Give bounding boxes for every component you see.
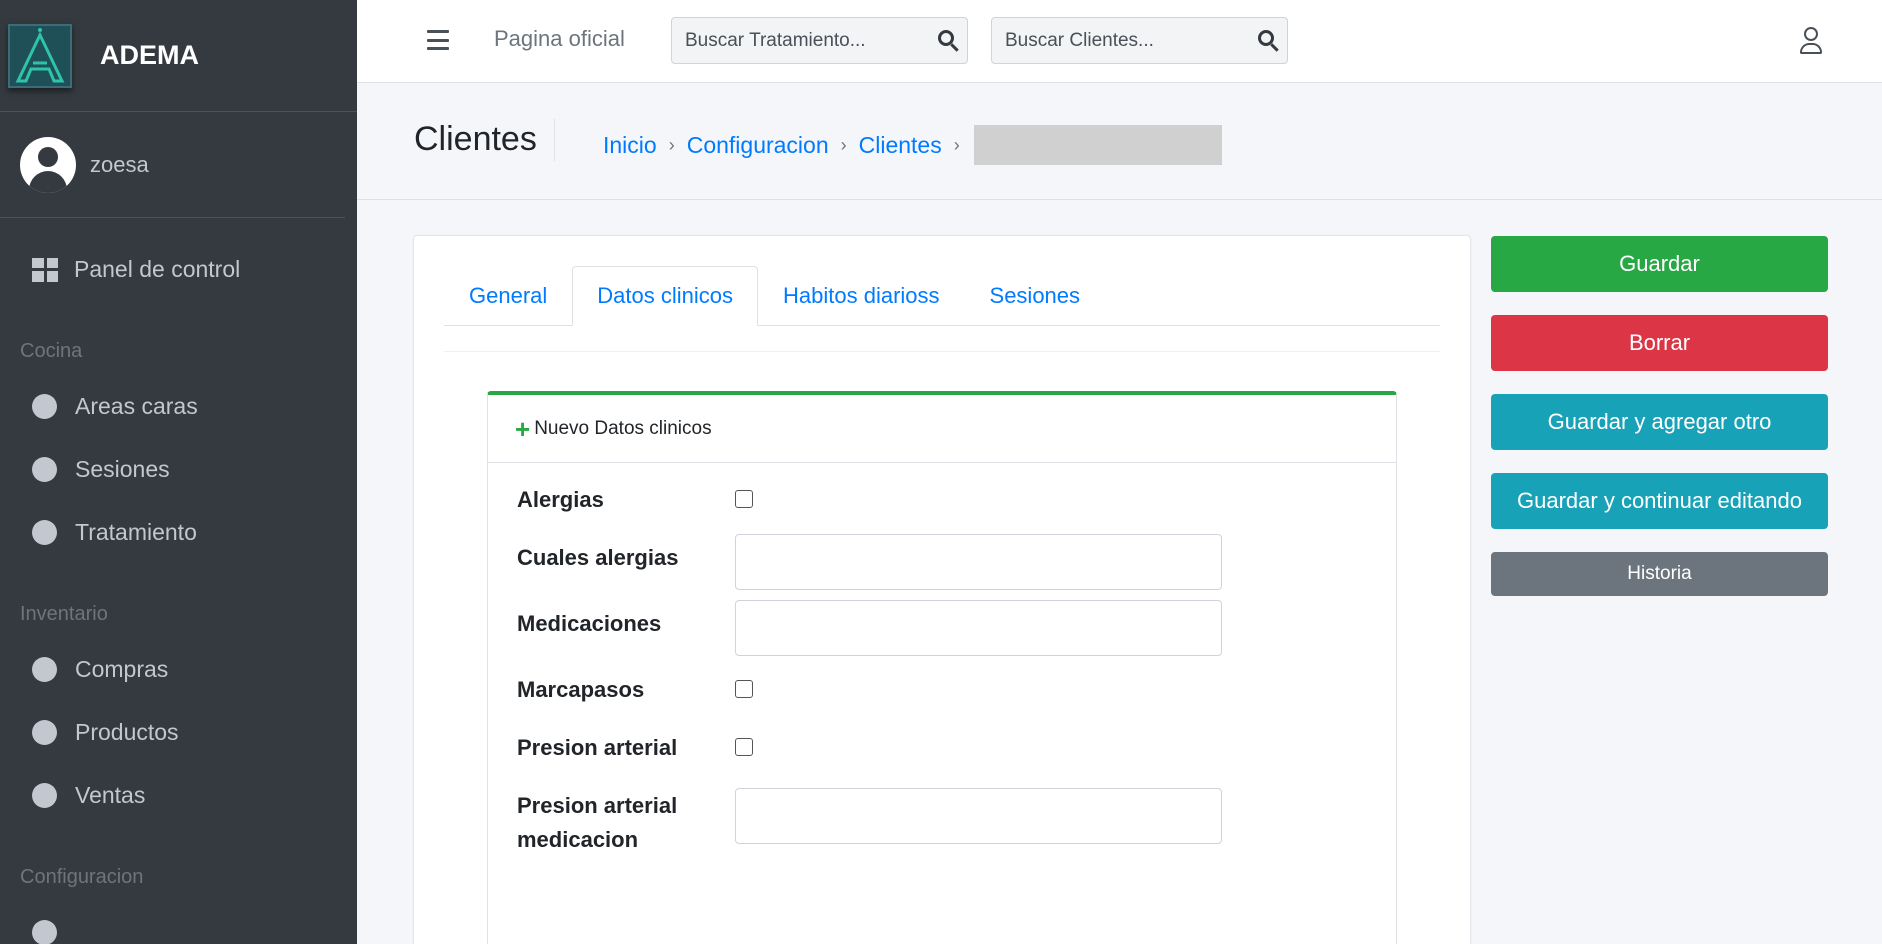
sidebar-item-compras[interactable]: Compras xyxy=(0,638,357,701)
breadcrumb-clientes[interactable]: Clientes xyxy=(859,132,942,159)
search-icon xyxy=(1257,29,1280,52)
sidebar-item-productos[interactable]: Productos xyxy=(0,701,357,764)
brand-link[interactable]: ADEMA xyxy=(0,0,357,112)
guardar-button[interactable]: Guardar xyxy=(1491,236,1828,292)
circle-icon xyxy=(32,457,57,482)
sidebar-header-inventario: Inventario xyxy=(20,602,108,625)
sidebar-header-configuracion: Configuracion xyxy=(20,865,144,888)
search-icon xyxy=(937,29,960,52)
breadcrumb-separator: › xyxy=(953,134,960,155)
nuevo-datos-clinicos-label: Nuevo Datos clinicos xyxy=(534,417,712,439)
top-navbar: Pagina oficial xyxy=(357,0,1882,83)
breadcrumb-inicio[interactable]: Inicio xyxy=(603,132,657,159)
tab-sesiones[interactable]: Sesiones xyxy=(965,266,1106,326)
breadcrumb-separator: › xyxy=(840,134,847,155)
field-alergias: Alergias xyxy=(517,483,753,517)
medicaciones-label: Medicaciones xyxy=(517,611,662,636)
alergias-label: Alergias xyxy=(517,487,604,512)
marcapasos-checkbox[interactable] xyxy=(735,680,753,698)
sidebar-item-partial[interactable] xyxy=(0,901,357,944)
presion-arterial-medicacion-input[interactable] xyxy=(735,788,1222,844)
search-clientes-button[interactable] xyxy=(1250,18,1287,63)
search-tratamiento-button[interactable] xyxy=(930,18,967,63)
user-avatar-icon xyxy=(20,136,76,193)
cuales-alergias-input[interactable] xyxy=(735,534,1222,590)
borrar-button[interactable]: Borrar xyxy=(1491,315,1828,371)
dashboard-grid-icon xyxy=(32,257,58,282)
field-presion-arterial-medicacion: Presion arterial medicacion xyxy=(517,788,1222,857)
hamburger-menu-icon[interactable] xyxy=(427,30,449,50)
breadcrumb-separator: › xyxy=(668,134,675,155)
sidebar-item-label: Ventas xyxy=(75,782,146,808)
content-header: Clientes Inicio › Configuracion › Client… xyxy=(357,83,1882,200)
sidebar-item-label: Compras xyxy=(75,656,169,682)
search-tratamiento-input[interactable] xyxy=(672,18,930,63)
circle-icon xyxy=(32,394,57,419)
marcapasos-label: Marcapasos xyxy=(517,677,645,702)
breadcrumb-configuracion[interactable]: Configuracion xyxy=(687,132,829,159)
sidebar-item-label: Panel de control xyxy=(74,256,241,282)
breadcrumb-current-redacted xyxy=(973,125,1222,165)
circle-icon xyxy=(32,783,57,808)
form-card: General Datos clinicos Habitos diarioss … xyxy=(413,235,1471,944)
sidebar-item-ventas[interactable]: Ventas xyxy=(0,764,357,827)
logo-a-icon xyxy=(15,27,65,82)
sidebar-header-cocina: Cocina xyxy=(20,339,83,362)
title-divider xyxy=(554,119,555,161)
presion-arterial-medicacion-label: Presion arterial medicacion xyxy=(517,793,678,852)
pagina-oficial-link[interactable]: Pagina oficial xyxy=(494,26,625,52)
sidebar-item-tratamiento[interactable]: Tratamiento xyxy=(0,501,357,564)
user-menu-icon[interactable] xyxy=(1800,27,1822,55)
search-clientes-input[interactable] xyxy=(992,18,1250,63)
presion-arterial-checkbox[interactable] xyxy=(735,738,753,756)
sidebar-item-sesiones[interactable]: Sesiones xyxy=(0,438,357,501)
tab-pane-divider xyxy=(444,351,1440,352)
circle-icon xyxy=(32,520,57,545)
sidebar-item-label: Productos xyxy=(75,719,179,745)
guardar-y-agregar-otro-button[interactable]: Guardar y agregar otro xyxy=(1491,394,1828,450)
presion-arterial-label: Presion arterial xyxy=(517,735,678,760)
circle-icon xyxy=(32,657,57,682)
sidebar-item-label: Areas caras xyxy=(75,393,198,419)
brand-name: ADEMA xyxy=(100,40,199,70)
field-presion-arterial: Presion arterial xyxy=(517,731,753,765)
tab-general[interactable]: General xyxy=(444,266,572,326)
circle-icon xyxy=(32,720,57,745)
tab-habitos-diarioss[interactable]: Habitos diarioss xyxy=(758,266,965,326)
alergias-checkbox[interactable] xyxy=(735,490,753,508)
datos-clinicos-card: + Nuevo Datos clinicos Alergias Cuales a… xyxy=(487,391,1397,944)
sidebar-item-panel-de-control[interactable]: Panel de control xyxy=(0,238,357,301)
sidebar: ADEMA zoesa Panel de control Cocina Area… xyxy=(0,0,357,944)
field-cuales-alergias: Cuales alergias xyxy=(517,534,1222,590)
tab-datos-clinicos[interactable]: Datos clinicos xyxy=(572,266,758,326)
sidebar-item-label: Tratamiento xyxy=(75,519,197,545)
sidebar-item-areas-caras[interactable]: Areas caras xyxy=(0,375,357,438)
circle-icon xyxy=(32,920,57,944)
sidebar-item-label: Sesiones xyxy=(75,456,170,482)
cuales-alergias-label: Cuales alergias xyxy=(517,545,679,570)
tab-bar: General Datos clinicos Habitos diarioss … xyxy=(444,266,1440,326)
page-title: Clientes xyxy=(414,120,537,158)
brand-logo xyxy=(8,23,72,88)
user-panel[interactable]: zoesa xyxy=(0,112,345,218)
historia-button[interactable]: Historia xyxy=(1491,552,1828,596)
medicaciones-input[interactable] xyxy=(735,600,1222,656)
search-clientes xyxy=(991,17,1288,64)
search-tratamiento xyxy=(671,17,968,64)
user-name: zoesa xyxy=(90,151,149,177)
guardar-y-continuar-editando-button[interactable]: Guardar y continuar editando xyxy=(1491,473,1828,529)
breadcrumb: Inicio › Configuracion › Clientes › xyxy=(603,125,1222,165)
field-marcapasos: Marcapasos xyxy=(517,673,753,707)
field-medicaciones: Medicaciones xyxy=(517,600,1222,656)
nuevo-datos-clinicos-link[interactable]: + Nuevo Datos clinicos xyxy=(488,395,1396,463)
plus-icon: + xyxy=(515,413,531,444)
